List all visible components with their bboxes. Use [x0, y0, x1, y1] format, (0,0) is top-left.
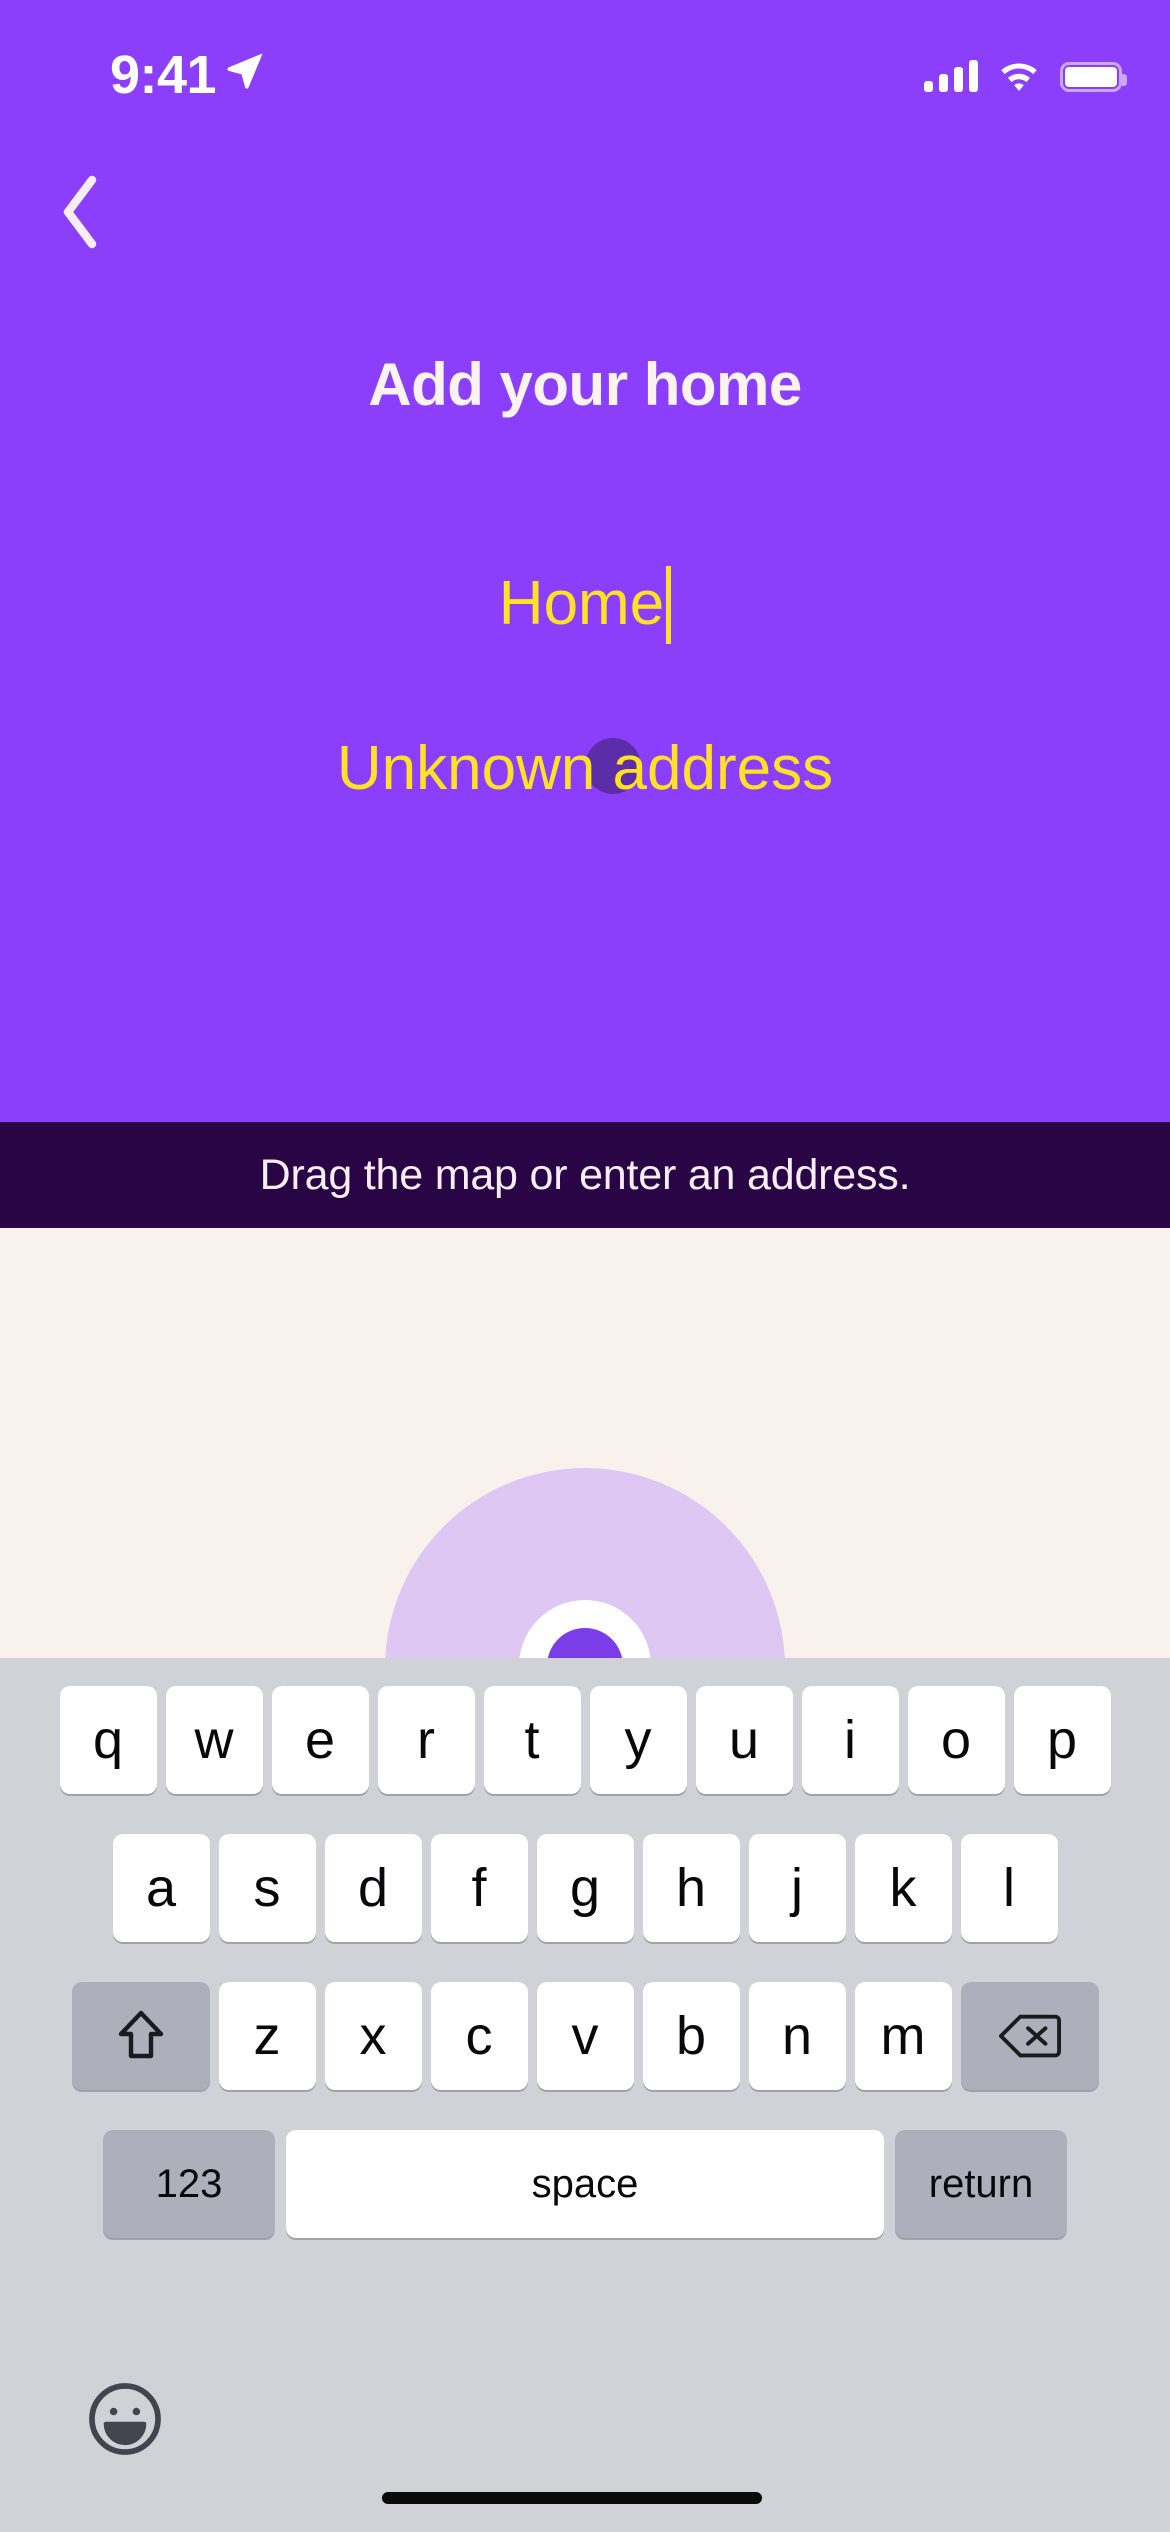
- key-w[interactable]: w: [165, 1686, 263, 1794]
- shift-arrow-icon: [118, 2010, 163, 2059]
- home-indicator: [382, 2492, 762, 2504]
- key-c[interactable]: c: [430, 1982, 528, 2090]
- back-button[interactable]: [40, 172, 120, 252]
- key-q[interactable]: q: [59, 1686, 157, 1794]
- key-k[interactable]: k: [854, 1834, 952, 1942]
- key-u[interactable]: u: [695, 1686, 793, 1794]
- key-a[interactable]: a: [112, 1834, 210, 1942]
- emoji-smiley-icon: [89, 2383, 161, 2455]
- key-s[interactable]: s: [218, 1834, 316, 1942]
- backspace-delete-icon: [998, 2014, 1061, 2058]
- instruction-banner-text: Drag the map or enter an address.: [259, 1150, 911, 1199]
- key-n[interactable]: n: [748, 1982, 846, 2090]
- return-key[interactable]: return: [895, 2130, 1067, 2238]
- on-screen-keyboard: qwertyuiop asdfghjkl zxcvbnm 123 space r…: [0, 1658, 1170, 2532]
- emoji-keyboard-button[interactable]: [82, 2376, 168, 2462]
- text-cursor: [666, 566, 672, 644]
- keyboard-row-1: qwertyuiop: [0, 1686, 1170, 1794]
- home-address-input[interactable]: Unknown address: [0, 738, 1170, 828]
- home-name-value: Home: [498, 569, 665, 638]
- keyboard-row-2: asdfghjkl: [0, 1834, 1170, 1942]
- key-f[interactable]: f: [430, 1834, 528, 1942]
- keyboard-row-4: 123 space return: [0, 2130, 1170, 2238]
- page-title: Add your home: [368, 351, 802, 418]
- keyboard-row-3-letters: zxcvbnm: [218, 1982, 952, 2090]
- key-h[interactable]: h: [642, 1834, 740, 1942]
- key-i[interactable]: i: [801, 1686, 899, 1794]
- key-x[interactable]: x: [324, 1982, 422, 2090]
- hero-panel: 9:41 Add your home Home Unknown address: [0, 0, 1170, 1122]
- status-bar-clock: 9:41: [110, 45, 217, 105]
- key-j[interactable]: j: [748, 1834, 846, 1942]
- key-v[interactable]: v: [536, 1982, 634, 2090]
- key-o[interactable]: o: [907, 1686, 1005, 1794]
- key-y[interactable]: y: [589, 1686, 687, 1794]
- home-name-input[interactable]: Home: [0, 566, 1170, 644]
- home-address-value: Unknown address: [336, 734, 834, 803]
- key-m[interactable]: m: [854, 1982, 952, 2090]
- wifi-icon: [1001, 63, 1037, 91]
- status-bar: 9:41: [0, 0, 1170, 120]
- key-r[interactable]: r: [377, 1686, 475, 1794]
- numeric-keyboard-key[interactable]: 123: [103, 2130, 275, 2238]
- keyboard-row-3: zxcvbnm: [0, 1982, 1170, 2090]
- phone-screen: 9:41 Add your home Home Unknown address …: [0, 0, 1170, 2532]
- status-bar-indicators: [924, 52, 1127, 92]
- key-d[interactable]: d: [324, 1834, 422, 1942]
- shift-key[interactable]: [71, 1982, 210, 2090]
- battery-full-icon: [1060, 62, 1127, 92]
- keyboard-bottom-bar: [0, 2358, 1170, 2478]
- backspace-key[interactable]: [960, 1982, 1099, 2090]
- key-b[interactable]: b: [642, 1982, 740, 2090]
- chevron-left-icon: [63, 175, 97, 249]
- key-z[interactable]: z: [218, 1982, 316, 2090]
- key-g[interactable]: g: [536, 1834, 634, 1942]
- key-e[interactable]: e: [271, 1686, 369, 1794]
- key-t[interactable]: t: [483, 1686, 581, 1794]
- instruction-banner: Drag the map or enter an address.: [0, 1122, 1170, 1228]
- key-p[interactable]: p: [1013, 1686, 1111, 1794]
- location-arrow-icon: [227, 53, 263, 89]
- space-key[interactable]: space: [286, 2130, 884, 2238]
- cellular-signal-icon: [924, 60, 978, 92]
- key-l[interactable]: l: [960, 1834, 1058, 1942]
